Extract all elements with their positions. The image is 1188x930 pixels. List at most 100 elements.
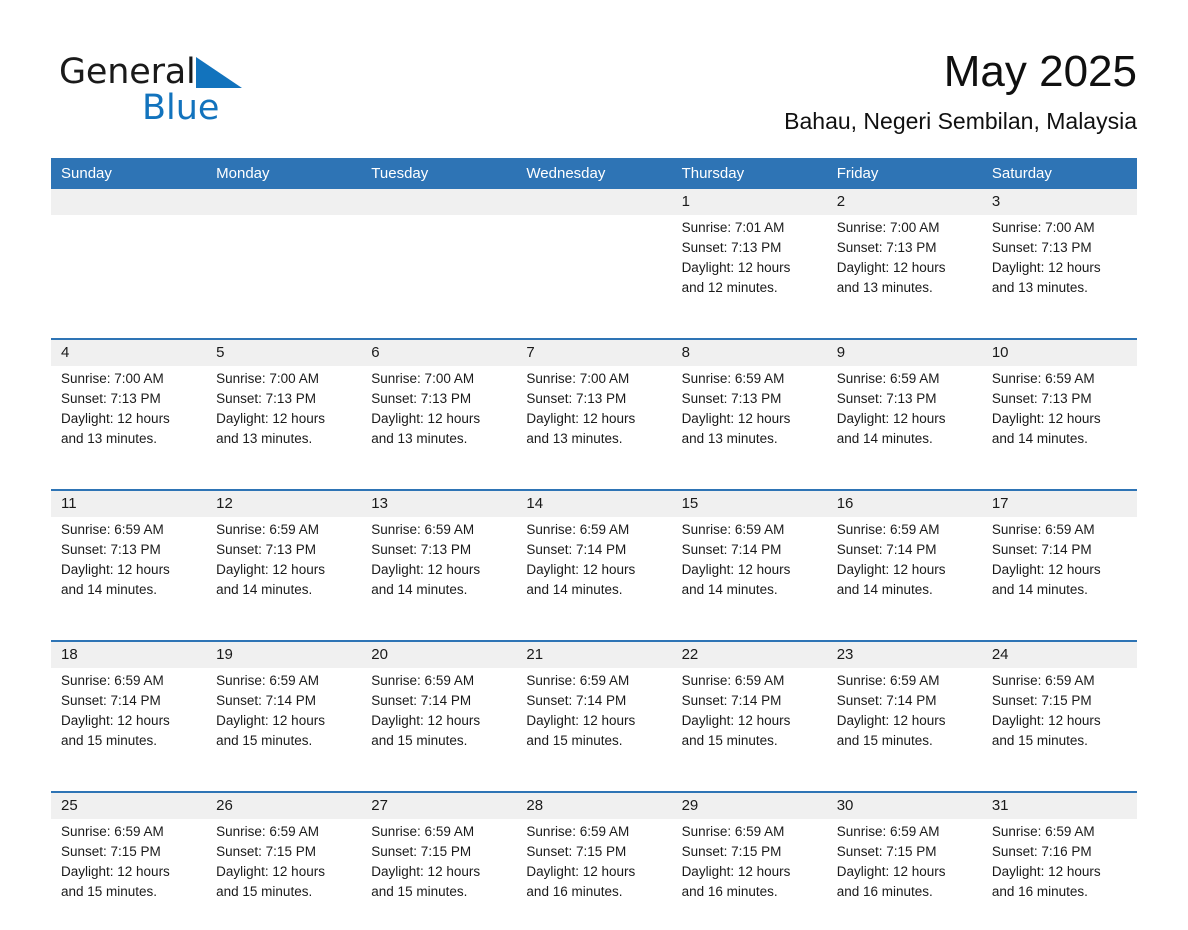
sunrise-text: Sunrise: 7:00 AM	[61, 371, 164, 386]
sunrise-text: Sunrise: 6:59 AM	[991, 522, 1095, 537]
day-cell[interactable]: Sunrise: 6:59 AM Sunset: 7:13 PM Daylight:…	[826, 366, 982, 477]
day-cell[interactable]: Sunrise: 6:59 AM Sunset: 7:15 PM Daylight:…	[981, 668, 1137, 779]
day-cell[interactable]: Sunrise: 7:00 AM Sunset: 7:13 PM Daylight:…	[826, 215, 982, 326]
calendar-body: 123 Sunrise: 7:01 AM Sunset: 7:13 PM Dayli…	[51, 189, 1137, 930]
sunset-text: Sunset: 7:15 PM	[526, 844, 627, 859]
day-number[interactable]: 25	[51, 793, 207, 819]
day-cell[interactable]: Sunrise: 7:00 AM Sunset: 7:13 PM Daylight:…	[51, 366, 207, 477]
weekday-header-monday: Monday	[206, 158, 362, 189]
day-number[interactable]: 10	[981, 340, 1137, 366]
week-gap-cell	[516, 779, 672, 791]
day-number-row: 123	[51, 189, 1137, 215]
day-number[interactable]: 19	[206, 642, 362, 668]
day-number[interactable]: 18	[51, 642, 207, 668]
day-cell[interactable]: Sunrise: 7:00 AM Sunset: 7:13 PM Daylight:…	[981, 215, 1137, 326]
day-number[interactable]: 1	[671, 189, 827, 215]
day-cell[interactable]: Sunrise: 6:59 AM Sunset: 7:14 PM Daylight:…	[981, 517, 1137, 628]
day-number[interactable]: 31	[981, 793, 1137, 819]
day-cell[interactable]: Sunrise: 7:00 AM Sunset: 7:13 PM Daylight:…	[516, 366, 672, 477]
day-cell[interactable]: Sunrise: 6:59 AM Sunset: 7:13 PM Daylight:…	[981, 366, 1137, 477]
day-number[interactable]: 14	[516, 491, 672, 517]
daylight-text	[371, 258, 508, 278]
day-number[interactable]: 12	[206, 491, 362, 517]
week-gap-cell	[981, 779, 1137, 791]
day-cell[interactable]: Sunrise: 7:00 AM Sunset: 7:13 PM Daylight:…	[361, 366, 517, 477]
weekday-header-friday: Friday	[826, 158, 982, 189]
daylight-text: Daylight: 12 hours	[681, 864, 791, 879]
sunrise-text: Sunrise: 6:59 AM	[216, 673, 319, 688]
daylight-text: Daylight: 12 hours	[216, 411, 325, 426]
daylight-text-cont: and 14 minutes.	[836, 582, 933, 597]
day-number[interactable]: 16	[826, 491, 982, 517]
daylight-text-cont: and 14 minutes.	[61, 582, 158, 597]
day-cell[interactable]: Sunrise: 6:59 AM Sunset: 7:15 PM Daylight:…	[516, 819, 672, 930]
day-number[interactable]: 20	[361, 642, 517, 668]
day-cell[interactable]: Sunrise: 6:59 AM Sunset: 7:13 PM Daylight:…	[206, 517, 362, 628]
page-header: General Blue May 2025 Bahau, Negeri Semb…	[51, 44, 1137, 144]
day-number[interactable]: 3	[981, 189, 1137, 215]
day-cell[interactable]: Sunrise: 6:59 AM Sunset: 7:14 PM Daylight:…	[206, 668, 362, 779]
weekday-header-wednesday: Wednesday	[516, 158, 672, 189]
sunset-text	[216, 238, 353, 258]
day-number-empty	[361, 189, 517, 215]
day-cell[interactable]: Sunrise: 6:59 AM Sunset: 7:16 PM Daylight:…	[981, 819, 1137, 930]
day-cell[interactable]: Sunrise: 6:59 AM Sunset: 7:15 PM Daylight:…	[671, 819, 827, 930]
day-number[interactable]: 27	[361, 793, 517, 819]
sunrise-text: Sunrise: 6:59 AM	[371, 673, 475, 688]
daylight-text: Daylight: 12 hours	[371, 864, 481, 879]
day-number[interactable]: 23	[826, 642, 982, 668]
sunset-text: Sunset: 7:13 PM	[681, 240, 782, 255]
day-cell[interactable]: Sunrise: 6:59 AM Sunset: 7:14 PM Daylight:…	[671, 517, 827, 628]
day-cell[interactable]: Sunrise: 6:59 AM Sunset: 7:14 PM Daylight:…	[826, 517, 982, 628]
day-number[interactable]: 21	[516, 642, 672, 668]
daylight-text-cont: and 14 minutes.	[681, 582, 778, 597]
week-gap-cell	[51, 779, 207, 791]
day-number[interactable]: 26	[206, 793, 362, 819]
day-number[interactable]: 22	[671, 642, 827, 668]
day-cell[interactable]: Sunrise: 6:59 AM Sunset: 7:14 PM Daylight:…	[361, 668, 517, 779]
day-number[interactable]: 4	[51, 340, 207, 366]
day-cell-empty	[51, 215, 207, 326]
day-cell[interactable]: Sunrise: 7:01 AM Sunset: 7:13 PM Daylight:…	[671, 215, 827, 326]
sunset-text: Sunset: 7:14 PM	[216, 693, 316, 708]
day-cell[interactable]: Sunrise: 6:59 AM Sunset: 7:13 PM Daylight:…	[51, 517, 207, 628]
day-cell[interactable]: Sunrise: 6:59 AM Sunset: 7:14 PM Daylight:…	[671, 668, 827, 779]
day-cell[interactable]: Sunrise: 6:59 AM Sunset: 7:15 PM Daylight:…	[206, 819, 362, 930]
day-number[interactable]: 28	[516, 793, 672, 819]
logo-text-blue: Blue	[142, 88, 220, 128]
day-cell[interactable]: Sunrise: 6:59 AM Sunset: 7:13 PM Daylight:…	[671, 366, 827, 477]
day-cell[interactable]: Sunrise: 6:59 AM Sunset: 7:14 PM Daylight:…	[51, 668, 207, 779]
daylight-text: Daylight: 12 hours	[526, 713, 636, 728]
daylight-text-cont: and 13 minutes.	[526, 431, 623, 446]
day-cell[interactable]: Sunrise: 6:59 AM Sunset: 7:14 PM Daylight:…	[516, 668, 672, 779]
day-number[interactable]: 2	[826, 189, 982, 215]
day-info-row: Sunrise: 6:59 AM Sunset: 7:14 PM Daylight:…	[51, 668, 1137, 779]
day-cell[interactable]: Sunrise: 6:59 AM Sunset: 7:13 PM Daylight:…	[361, 517, 517, 628]
daylight-text-cont: and 15 minutes.	[991, 733, 1088, 748]
day-number[interactable]: 29	[671, 793, 827, 819]
day-number-row: 4 5 6 7 8 9 10	[51, 340, 1137, 366]
day-number[interactable]: 6	[361, 340, 517, 366]
day-number[interactable]: 15	[671, 491, 827, 517]
day-number[interactable]: 7	[516, 340, 672, 366]
day-cell[interactable]: Sunrise: 6:59 AM Sunset: 7:14 PM Daylight:…	[826, 668, 982, 779]
generalblue-logo[interactable]: General Blue	[59, 52, 319, 136]
day-number[interactable]: 8	[671, 340, 827, 366]
day-cell[interactable]: Sunrise: 6:59 AM Sunset: 7:14 PM Daylight:…	[516, 517, 672, 628]
daylight-text: Daylight: 12 hours	[991, 411, 1101, 426]
day-number[interactable]: 11	[51, 491, 207, 517]
day-number[interactable]: 9	[826, 340, 982, 366]
day-cell[interactable]: Sunrise: 6:59 AM Sunset: 7:15 PM Daylight:…	[51, 819, 207, 930]
daylight-text-cont: and 14 minutes.	[991, 431, 1088, 446]
sunrise-text: Sunrise: 7:00 AM	[526, 371, 630, 386]
day-number[interactable]: 5	[206, 340, 362, 366]
day-number[interactable]: 30	[826, 793, 982, 819]
sunrise-text: Sunrise: 6:59 AM	[681, 824, 785, 839]
week-gap-cell	[361, 477, 517, 489]
day-cell[interactable]: Sunrise: 7:00 AM Sunset: 7:13 PM Daylight:…	[206, 366, 362, 477]
day-cell[interactable]: Sunrise: 6:59 AM Sunset: 7:15 PM Daylight:…	[826, 819, 982, 930]
day-cell[interactable]: Sunrise: 6:59 AM Sunset: 7:15 PM Daylight:…	[361, 819, 517, 930]
day-number[interactable]: 24	[981, 642, 1137, 668]
day-number[interactable]: 13	[361, 491, 517, 517]
day-number[interactable]: 17	[981, 491, 1137, 517]
